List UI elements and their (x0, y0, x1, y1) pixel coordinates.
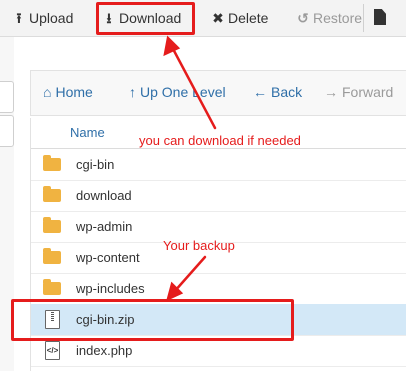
folder-icon (43, 186, 61, 202)
folder-icon (43, 279, 61, 295)
left-panel (0, 37, 14, 371)
backup-annotation: Your backup (163, 238, 235, 253)
restore-icon: ↺ (297, 10, 309, 26)
navigation-bar: ⌂ Home ↑ Up One Level ← Back → Forward (30, 70, 406, 116)
file-name: wp-includes (76, 281, 145, 296)
back-label: Back (271, 84, 303, 100)
delete-button[interactable]: ✖ Delete (211, 8, 268, 28)
home-icon: ⌂ (43, 84, 52, 100)
file-name: cgi-bin.zip (76, 312, 135, 327)
file-name: download (76, 188, 132, 203)
table-row[interactable]: download (31, 180, 406, 212)
upload-label: Upload (29, 10, 74, 26)
table-row-selected[interactable]: cgi-bin.zip (31, 304, 406, 336)
download-button[interactable]: ⭳ Download (102, 8, 182, 28)
up-arrow-icon: ↑ (129, 84, 136, 100)
table-row[interactable]: cgi-bin (31, 149, 406, 181)
delete-x-icon: ✖ (212, 10, 224, 26)
forward-button[interactable]: → Forward (324, 84, 393, 100)
left-panel-field[interactable] (0, 81, 14, 113)
left-panel-field[interactable] (0, 115, 14, 147)
file-icon[interactable] (374, 9, 386, 25)
up-one-level-label: Up One Level (140, 84, 226, 100)
restore-label: Restore (313, 10, 363, 26)
restore-button[interactable]: ↺ Restore (296, 8, 362, 28)
upload-icon: ⭱ (16, 10, 22, 26)
forward-label: Forward (342, 84, 394, 100)
folder-icon (43, 248, 61, 264)
toolbar-divider (363, 4, 364, 32)
file-name: wp-admin (76, 219, 133, 234)
file-name: index.php (76, 343, 133, 358)
folder-icon (43, 217, 61, 233)
delete-label: Delete (228, 10, 269, 26)
table-row[interactable]: </> index.php (31, 335, 406, 367)
back-arrow-icon: ← (253, 84, 267, 100)
table-row[interactable]: wp-includes (31, 273, 406, 305)
download-arrowhead (163, 35, 181, 57)
php-file-icon: </> (45, 341, 60, 360)
file-name: cgi-bin (76, 157, 115, 172)
home-label: Home (55, 84, 93, 100)
upload-button[interactable]: ⭱ Upload (12, 8, 74, 28)
zip-file-icon (45, 310, 60, 329)
name-column-header[interactable]: Name (70, 125, 105, 140)
folder-icon (43, 155, 61, 171)
file-manager-toolbar: ⭱ Upload ⭳ Download ✖ Delete ↺ Restore (0, 0, 406, 37)
download-icon: ⭳ (106, 10, 112, 26)
download-annotation: you can download if needed (139, 133, 301, 148)
download-label: Download (119, 10, 182, 26)
forward-arrow-icon: → (324, 84, 338, 100)
back-button[interactable]: ← Back (253, 84, 302, 100)
up-one-level-button[interactable]: ↑ Up One Level (129, 84, 226, 100)
home-button[interactable]: ⌂ Home (43, 84, 93, 100)
file-name: wp-content (76, 250, 140, 265)
